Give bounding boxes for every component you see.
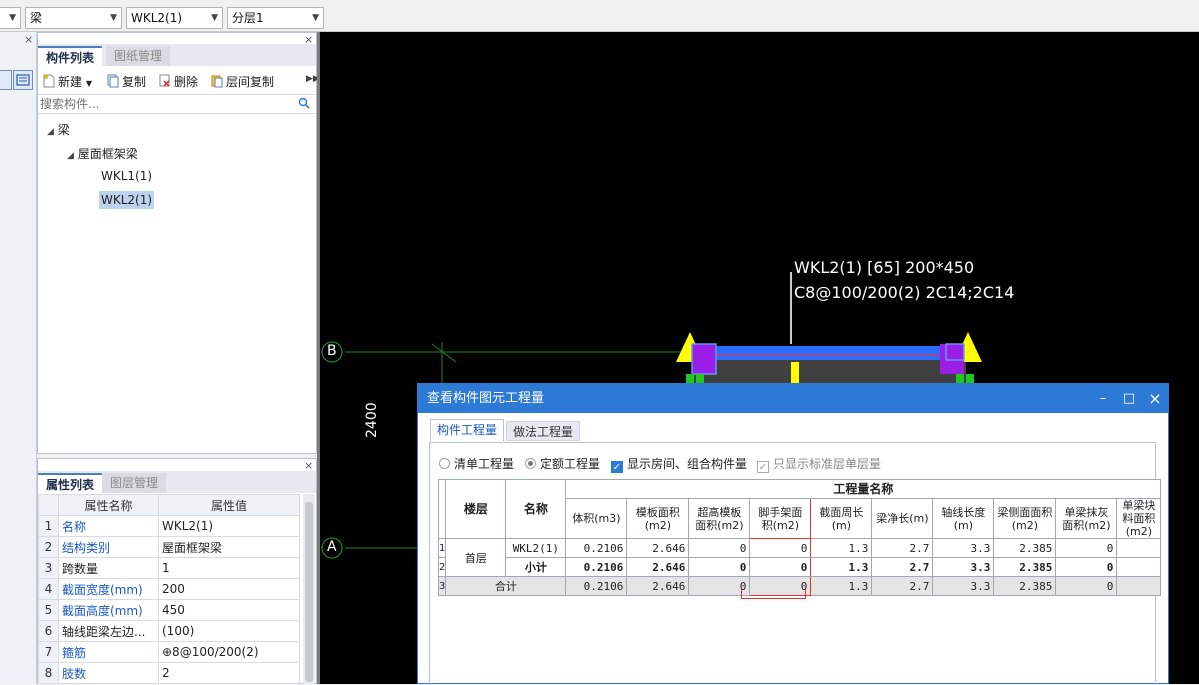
column-header: 属性名称 bbox=[58, 494, 159, 516]
maximize-button[interactable]: □ bbox=[1116, 384, 1142, 413]
chevron-down-icon: ▼ bbox=[110, 13, 117, 23]
minimize-button[interactable]: – bbox=[1090, 384, 1116, 413]
list-quantity-radio[interactable]: 清单工程量 bbox=[439, 455, 514, 472]
column-header: 梁净长(m) bbox=[871, 498, 934, 539]
column-header: 超高模板面积(m2) bbox=[688, 498, 751, 539]
column-header: 截面周长(m) bbox=[810, 498, 873, 539]
column-header-name: 名称 bbox=[505, 479, 567, 539]
component-search-box[interactable] bbox=[38, 94, 316, 114]
radio-icon bbox=[439, 458, 450, 469]
property-scrollbar[interactable] bbox=[303, 494, 315, 684]
tree-node-beam[interactable]: ◢ 梁 bbox=[47, 121, 70, 138]
table-row[interactable]: 2 结构类别 屋面框架梁 bbox=[38, 536, 300, 558]
floor-copy-icon bbox=[211, 74, 223, 88]
component-type-select[interactable]: 梁 ▼ bbox=[25, 7, 122, 29]
beam-label-line2: C8@100/200(2) 2C14;2C14 bbox=[794, 283, 1015, 302]
list-view-icon[interactable] bbox=[13, 70, 33, 90]
floor-select[interactable]: ▼ bbox=[0, 7, 21, 29]
table-row[interactable]: 3 跨数量 1 bbox=[38, 557, 300, 579]
tab-component-list[interactable]: 构件列表 bbox=[38, 46, 103, 66]
tool-icon[interactable] bbox=[0, 70, 12, 90]
chevron-down-icon: ▼ bbox=[312, 13, 319, 23]
checkbox-checked-icon: ✓ bbox=[611, 461, 623, 473]
dimension-tick bbox=[431, 343, 457, 363]
floor-selector-bar: ▼ 梁 ▼ WKL2(1) ▼ 分层1 ▼ bbox=[0, 0, 1199, 32]
tab-property-list[interactable]: 属性列表 bbox=[38, 473, 103, 493]
tab-method-quantity[interactable]: 做法工程量 bbox=[506, 421, 581, 441]
checkbox-disabled-icon: ✓ bbox=[757, 461, 769, 473]
column-header: 属性值 bbox=[158, 494, 300, 516]
tree-item-wkl1[interactable]: WKL1(1) bbox=[101, 169, 152, 183]
copy-button[interactable]: 复制 bbox=[107, 72, 146, 92]
expand-icon: ◢ bbox=[47, 127, 54, 137]
table-row[interactable]: 6 轴线距梁左边... (100) bbox=[38, 620, 300, 642]
search-input[interactable] bbox=[38, 95, 288, 113]
table-header: 属性名称 属性值 bbox=[38, 494, 300, 516]
tree-node-roof-frame-beam[interactable]: ◢ 屋面框架梁 bbox=[67, 145, 138, 162]
floor-copy-button[interactable]: 层间复制 bbox=[211, 72, 274, 92]
show-room-checkbox[interactable]: ✓ 显示房间、组合构件量 bbox=[611, 455, 747, 473]
table-row[interactable]: 4 截面宽度(mm) 200 bbox=[38, 578, 300, 600]
group-header-quantity-name: 工程量名称 bbox=[565, 479, 1162, 499]
column-header: 单梁抹灰面积(m2) bbox=[1055, 498, 1118, 539]
left-tool-strip: × bbox=[0, 32, 37, 684]
beam-label-line1: WKL2(1) [65] 200*450 bbox=[794, 258, 975, 277]
quota-quantity-radio[interactable]: 定额工程量 bbox=[525, 455, 600, 472]
dimension-label: 2400 bbox=[364, 402, 380, 438]
chevron-down-icon: ▼ bbox=[9, 13, 16, 23]
component-select[interactable]: WKL2(1) ▼ bbox=[126, 7, 223, 29]
close-icon[interactable]: × bbox=[24, 33, 33, 46]
column-header: 模板面积(m2) bbox=[626, 498, 690, 539]
property-panel-tabs: 属性列表 图层管理 bbox=[38, 471, 316, 493]
table-row[interactable]: 7 箍筋 ⊕8@100/200(2) bbox=[38, 641, 300, 663]
column-right[interactable] bbox=[940, 344, 964, 374]
tree-item-wkl2[interactable]: WKL2(1) bbox=[99, 191, 155, 209]
expand-icon: ◢ bbox=[67, 151, 74, 161]
chevron-down-icon: ▼ bbox=[85, 79, 92, 88]
quantity-table: 楼层 名称 工程量名称 体积(m3) 模板面积(m2) 超高模板面积(m2) 脚… bbox=[437, 479, 1162, 596]
chevron-down-icon: ▼ bbox=[211, 13, 218, 23]
tab-layer-management[interactable]: 图层管理 bbox=[102, 473, 167, 493]
property-table: 属性名称 属性值 1 名称 WKL2(1) 2 结构类别 屋面框架梁 3 跨数量 1 4 截面… bbox=[38, 494, 300, 684]
table-row[interactable]: 5 截面高度(mm) 450 bbox=[38, 599, 300, 621]
tab-drawing-management[interactable]: 图纸管理 bbox=[106, 46, 171, 66]
tab-component-quantity[interactable]: 构件工程量 bbox=[430, 419, 505, 441]
only-standard-floor-checkbox: ✓ 只显示标准层单层量 bbox=[757, 457, 882, 473]
column-header: 单梁块料面积(m2) bbox=[1116, 498, 1162, 539]
component-panel-tabs: 构件列表 图纸管理 bbox=[38, 44, 316, 66]
quantity-dialog: 查看构件图元工程量 – □ × 构件工程量 做法工程量 清单工程量 定额工程量 … bbox=[417, 383, 1169, 685]
new-button[interactable]: 新建 ▼ bbox=[43, 72, 92, 92]
layer-select[interactable]: 分层1 ▼ bbox=[227, 7, 324, 29]
axis-label-b: B bbox=[327, 343, 337, 359]
table-row[interactable]: 1 名称 WKL2(1) bbox=[38, 515, 300, 537]
column-header-scaffold-highlighted: 脚手架面积(m2) bbox=[749, 498, 812, 539]
dialog-titlebar[interactable]: 查看构件图元工程量 – □ × bbox=[418, 384, 1168, 413]
column-left[interactable] bbox=[692, 344, 716, 374]
table-row-subtotal[interactable]: 2 小计 0.2106 2.646 0 0 1.3 2.7 3.3 2.385 … bbox=[437, 557, 1162, 577]
highlight-box bbox=[741, 589, 806, 599]
dialog-title: 查看构件图元工程量 bbox=[427, 391, 545, 406]
table-header: 楼层 名称 工程量名称 bbox=[437, 479, 1162, 539]
delete-icon bbox=[159, 74, 171, 88]
table-row[interactable]: 1 首层 WKL2(1) 0.2106 2.646 0 0 1.3 2.7 3.… bbox=[437, 538, 1162, 577]
column-header: 轴线长度(m) bbox=[932, 498, 995, 539]
new-file-icon bbox=[43, 74, 55, 88]
copy-icon bbox=[107, 74, 119, 88]
table-row[interactable]: 8 肢数 2 bbox=[38, 662, 300, 684]
radio-checked-icon bbox=[525, 458, 536, 469]
search-icon[interactable] bbox=[298, 97, 310, 112]
axis-label-a: A bbox=[327, 539, 337, 555]
delete-button[interactable]: 删除 bbox=[159, 72, 198, 92]
close-button[interactable]: × bbox=[1142, 384, 1168, 413]
column-header: 体积(m3) bbox=[565, 498, 628, 539]
floor-cell: 首层 bbox=[445, 538, 507, 577]
column-header-floor: 楼层 bbox=[445, 479, 507, 539]
column-header: 梁侧面面积(m2) bbox=[993, 498, 1057, 539]
scrollbar-thumb[interactable] bbox=[305, 502, 313, 682]
